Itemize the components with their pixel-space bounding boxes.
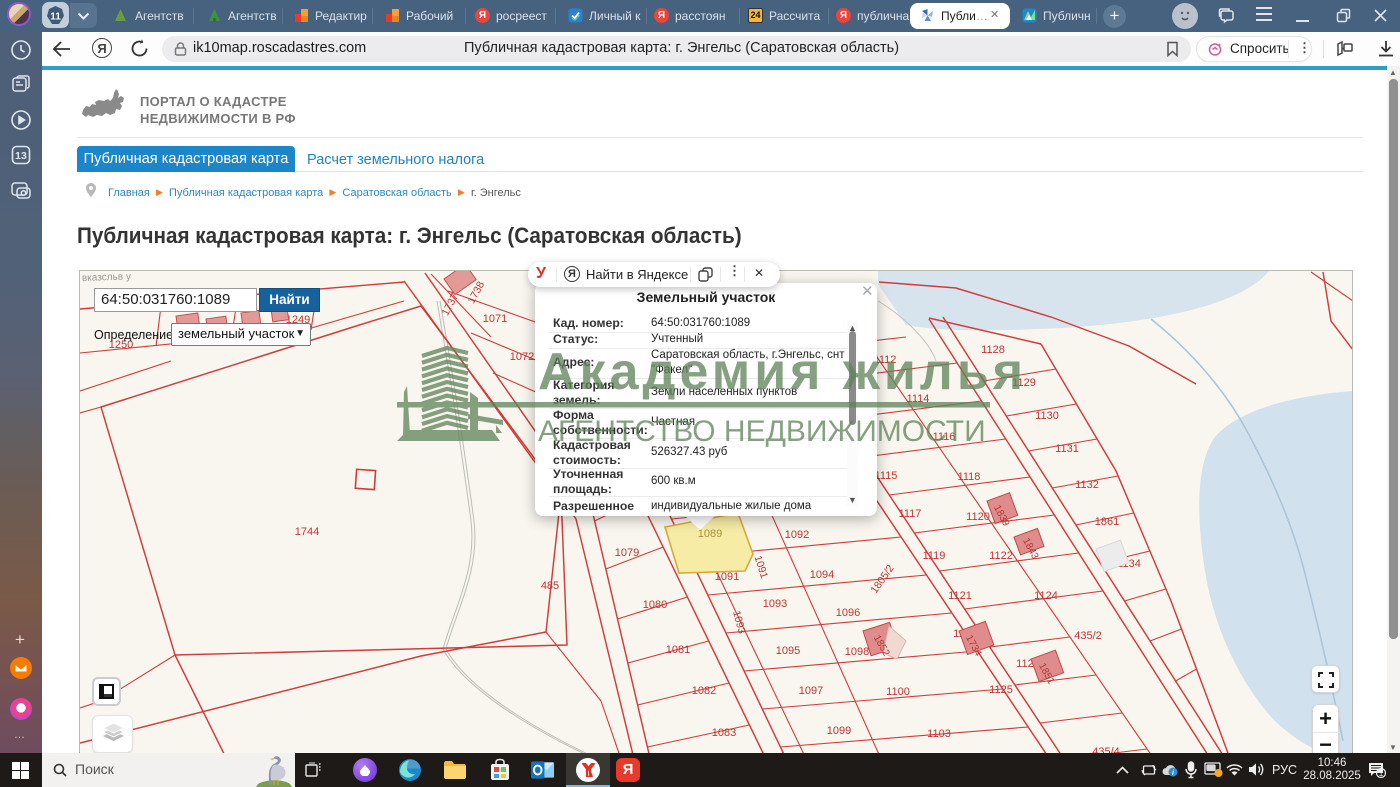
svg-text:1100: 1100: [886, 686, 910, 698]
svg-text:1117: 1117: [899, 508, 922, 520]
svg-text:1099: 1099: [827, 725, 851, 737]
svg-text:1861: 1861: [1095, 516, 1119, 528]
svg-text:1072: 1072: [510, 351, 534, 363]
svg-text:1091: 1091: [715, 571, 739, 583]
svg-text:1080: 1080: [643, 599, 667, 611]
svg-text:1082: 1082: [692, 685, 716, 697]
svg-text:1132: 1132: [1075, 479, 1099, 491]
svg-text:1116: 1116: [933, 431, 956, 443]
svg-text:13: 13: [15, 150, 27, 162]
svg-text:1092: 1092: [785, 529, 809, 541]
svg-text:1: 1: [1379, 769, 1384, 778]
svg-text:11: 11: [50, 12, 61, 23]
svg-text:1128: 1128: [981, 344, 1005, 356]
svg-text:1115: 1115: [875, 470, 898, 482]
svg-text:1095: 1095: [776, 645, 800, 657]
svg-text:1079: 1079: [615, 547, 639, 559]
svg-text:1125: 1125: [989, 684, 1013, 696]
svg-text:1083: 1083: [712, 727, 736, 739]
svg-text:1096: 1096: [836, 607, 860, 619]
svg-text:1121: 1121: [948, 590, 972, 602]
svg-text:1071: 1071: [483, 313, 507, 325]
svg-text:435/2: 435/2: [1074, 630, 1102, 642]
svg-text:1124: 1124: [1034, 590, 1058, 602]
svg-text:1097: 1097: [799, 685, 823, 697]
svg-text:1129: 1129: [1012, 377, 1036, 389]
svg-text:1744: 1744: [295, 526, 319, 538]
svg-text:1122: 1122: [989, 550, 1013, 562]
svg-text:485: 485: [541, 580, 559, 592]
svg-text:1114: 1114: [907, 393, 930, 405]
svg-text:1103: 1103: [927, 728, 951, 740]
svg-text:1118: 1118: [958, 471, 981, 483]
svg-text:1081: 1081: [666, 644, 690, 656]
svg-text:1112: 1112: [874, 354, 897, 366]
svg-text:1130: 1130: [1035, 410, 1059, 422]
svg-text:1131: 1131: [1055, 443, 1079, 455]
svg-text:1098: 1098: [845, 646, 869, 658]
svg-text:1120: 1120: [966, 511, 990, 523]
svg-text:1093: 1093: [763, 598, 787, 610]
svg-text:вказсльв у: вказсльв у: [82, 271, 131, 284]
svg-text:1094: 1094: [810, 569, 834, 581]
svg-text:1119: 1119: [923, 550, 946, 562]
